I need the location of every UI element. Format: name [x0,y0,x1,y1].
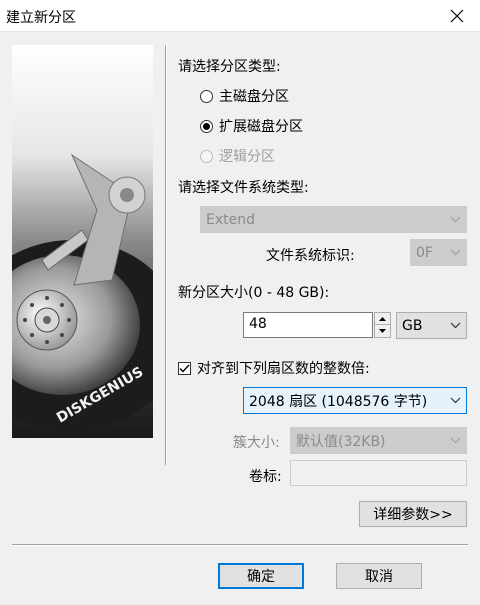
align-sectors-value: 2048 扇区 (1048576 字节) [249,393,428,410]
cluster-size-label: 簇大小: [233,435,280,451]
filesystem-type-label: 请选择文件系统类型: [178,180,309,196]
radio-label: 扩展磁盘分区 [219,119,303,135]
size-spinner[interactable] [374,312,391,338]
size-unit-select[interactable]: GB [396,312,467,339]
volume-label-label: 卷标: [249,469,282,485]
caret-up-icon [379,316,386,321]
radio-button[interactable] [200,119,213,133]
radio-primary-partition[interactable]: 主磁盘分区 [200,86,289,106]
cluster-size-value: 默认值(32KB) [296,433,386,450]
ok-button[interactable]: 确定 [218,563,304,589]
spin-down-button[interactable] [375,325,390,337]
close-button[interactable] [434,0,480,32]
chevron-down-icon [444,216,466,223]
align-sectors-select[interactable]: 2048 扇区 (1048576 字节) [243,387,467,414]
volume-label-input [290,460,467,486]
hard-disk-illustration: DISKGENIUS [12,45,153,438]
caret-down-icon [379,329,386,333]
filesystem-type-value: Extend [206,211,255,228]
filesystem-type-select: Extend [200,206,467,233]
horizontal-divider [12,544,468,545]
spin-up-button[interactable] [375,313,390,325]
chevron-down-icon [444,397,466,404]
align-label: 对齐到下列扇区数的整数倍: [197,361,370,377]
title-bar: 建立新分区 [0,0,480,32]
window-title: 建立新分区 [6,10,76,26]
radio-label: 逻辑分区 [219,149,275,165]
chevron-down-icon [444,249,466,256]
radio-label: 主磁盘分区 [219,89,289,105]
radio-extended-partition[interactable]: 扩展磁盘分区 [200,116,303,136]
cancel-button[interactable]: 取消 [336,563,422,589]
chevron-down-icon [444,437,466,444]
close-icon [450,9,464,23]
radio-logical-partition: 逻辑分区 [200,146,275,166]
size-unit-value: GB [402,317,423,334]
radio-button[interactable] [200,89,213,103]
filesystem-id-select: 0F [410,239,467,266]
radio-button [200,149,213,163]
partition-type-label: 请选择分区类型: [178,59,281,75]
partition-size-input[interactable]: 48 [243,312,373,338]
chevron-down-icon [444,322,466,329]
checkmark-icon [179,364,190,373]
align-checkbox[interactable]: 对齐到下列扇区数的整数倍: [178,358,370,378]
checkbox-box[interactable] [178,361,191,375]
filesystem-id-value: 0F [416,244,433,261]
filesystem-id-label: 文件系统标识: [266,248,355,264]
partition-size-label: 新分区大小(0 - 48 GB): [178,285,330,301]
cluster-size-select: 默认值(32KB) [290,427,467,454]
details-button[interactable]: 详细参数>> [359,501,467,527]
vertical-divider [165,45,166,465]
